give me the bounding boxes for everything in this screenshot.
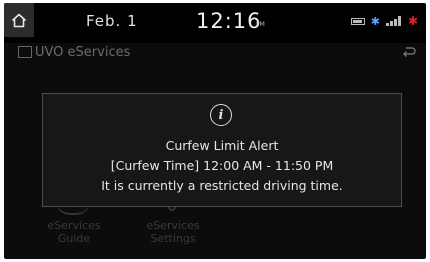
ampm-label: PM: [256, 21, 265, 28]
tile-label-line1: eServices: [47, 219, 101, 232]
tile-eservices-guide[interactable]: eServices Guide: [34, 219, 114, 245]
popup-title: Curfew Limit Alert: [165, 138, 279, 153]
bluetooth-icon: ✱: [370, 14, 380, 28]
app-icon: [18, 46, 32, 58]
tile-label-line1: eServices: [146, 219, 200, 232]
tile-label-line2: Guide: [57, 232, 91, 245]
popup-curfew-time: [Curfew Time] 12:00 AM - 11:50 PM: [110, 158, 334, 173]
tile-eservices-settings[interactable]: eServices Settings: [132, 219, 214, 245]
back-button[interactable]: [402, 44, 416, 62]
date-label: Feb. 1: [86, 12, 138, 30]
status-icons: ✱ ✱: [350, 14, 418, 28]
status-bar: Feb. 1 12:16 PM ✱ ✱: [4, 3, 426, 43]
battery-icon: [350, 17, 365, 25]
popup-message: It is currently a restricted driving tim…: [101, 178, 343, 193]
app-title: UVO eServices: [35, 45, 131, 60]
home-icon: [11, 13, 27, 27]
star-icon: ✱: [407, 14, 418, 28]
signal-icon: [385, 16, 402, 26]
back-arrow-icon: [402, 47, 416, 58]
curfew-alert-popup[interactable]: i Curfew Limit Alert [Curfew Time] 12:00…: [42, 93, 402, 207]
info-icon: i: [210, 104, 232, 126]
app-header: UVO eServices: [4, 43, 426, 65]
clock-label: 12:16: [196, 9, 262, 33]
head-unit-screen: Feb. 1 12:16 PM ✱ ✱ UVO eServices eServi…: [4, 3, 426, 259]
tile-label-line2: Settings: [150, 232, 196, 245]
home-button[interactable]: [4, 3, 34, 37]
